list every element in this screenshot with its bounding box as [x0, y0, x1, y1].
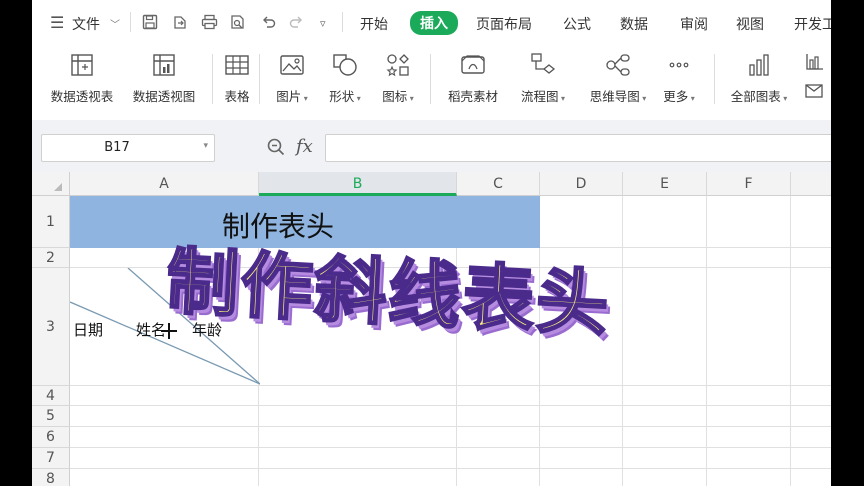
ribbon-label: 流程图 — [520, 89, 559, 104]
material-icon — [458, 50, 488, 80]
name-box[interactable]: B17 ▾ — [41, 134, 215, 162]
ribbon-label: 图标 — [382, 89, 408, 104]
row-header-3[interactable]: 3 — [32, 268, 70, 386]
column-gridline — [706, 196, 707, 486]
ribbon-label: 稻壳素材 — [447, 89, 498, 104]
tab-3[interactable]: 公式 — [563, 14, 591, 34]
ribbon-label: 表格 — [224, 89, 250, 104]
tab-5[interactable]: 审阅 — [680, 14, 708, 34]
mindmap-icon — [603, 50, 633, 80]
column-header-g[interactable]: G — [791, 172, 831, 196]
select-all-corner[interactable] — [32, 172, 70, 196]
column-header-c[interactable]: C — [457, 172, 540, 196]
ribbon-button-4[interactable]: 形状 ▾ — [325, 50, 365, 105]
ribbon-label: 图片 — [276, 89, 302, 104]
save-icon[interactable] — [142, 14, 158, 33]
column-header-f[interactable]: F — [707, 172, 791, 196]
row-gridline — [70, 426, 831, 427]
row-header-7[interactable]: 7 — [32, 448, 70, 469]
file-menu[interactable]: 文件 — [72, 14, 100, 34]
ribbon-label: 思维导图 — [589, 89, 640, 104]
spreadsheet-window: ☰ 文件 ﹀ ▿ 开始 插入 页面布局 公式 数据 审阅 视图 开发工 数据透视表 数据透视图 表… — [32, 0, 831, 486]
dropdown-caret-icon[interactable]: ▾ — [354, 94, 361, 103]
print-preview-icon[interactable] — [230, 14, 246, 33]
ribbon-separator — [212, 54, 213, 104]
dropdown-caret-icon[interactable]: ▾ — [781, 94, 787, 103]
tab-1[interactable]: 插入 — [410, 11, 458, 35]
hamburger-icon[interactable]: ☰ — [50, 13, 64, 32]
ribbon-separator — [714, 54, 715, 104]
tab-6[interactable]: 视图 — [736, 14, 764, 34]
bar-chart-icon[interactable] — [804, 52, 826, 76]
ribbon-separator — [430, 54, 431, 104]
shapes-icon — [330, 50, 360, 80]
cell-a3-date: 日期 — [73, 321, 104, 339]
column-gridline — [622, 196, 623, 486]
more-icon — [664, 50, 694, 80]
line-chart-icon[interactable] — [804, 82, 826, 104]
pivot-table-icon — [67, 50, 97, 80]
row-header-2[interactable]: 2 — [32, 248, 70, 268]
ribbon-label: 形状 — [329, 89, 355, 104]
ribbon-button-2[interactable]: 表格 — [219, 50, 255, 105]
column-header-e[interactable]: E — [623, 172, 707, 196]
ribbon-label: 数据透视表 — [50, 89, 114, 104]
dropdown-caret-icon[interactable]: ▾ — [407, 94, 414, 103]
ribbon-button-1[interactable]: 数据透视图 — [128, 50, 200, 105]
row-header-6[interactable]: 6 — [32, 427, 70, 448]
ribbon-button-3[interactable]: 图片 ▾ — [272, 50, 312, 105]
ribbon-separator — [259, 54, 260, 104]
menu-bar: ☰ 文件 ﹀ ▿ 开始 插入 页面布局 公式 数据 审阅 视图 开发工 — [32, 0, 831, 44]
tab-7[interactable]: 开发工 — [794, 14, 831, 34]
ribbon-label: 全部图表 — [730, 89, 781, 104]
chevron-down-icon[interactable]: ﹀ — [110, 16, 120, 31]
ribbon-button-9[interactable]: 更多 ▾ — [658, 50, 700, 105]
pivot-chart-icon — [149, 50, 179, 80]
undo-icon[interactable] — [261, 14, 277, 33]
ribbon-button-7[interactable]: 流程图 ▾ — [516, 50, 570, 105]
chevron-down-icon[interactable]: ▾ — [203, 141, 208, 151]
tab-2[interactable]: 页面布局 — [476, 14, 532, 34]
all-charts-icon — [744, 50, 774, 80]
row-gridline — [70, 468, 831, 469]
fx-icon[interactable]: fx — [296, 136, 313, 157]
dropdown-caret-icon[interactable]: ▾ — [640, 94, 646, 103]
column-header-a[interactable]: A — [70, 172, 259, 196]
flowchart-icon — [528, 50, 558, 80]
ribbon-button-10[interactable]: 全部图表 ▾ — [726, 50, 792, 105]
column-gridline — [790, 196, 791, 486]
ribbon-button-8[interactable]: 思维导图 ▾ — [584, 50, 652, 105]
tab-4[interactable]: 数据 — [620, 14, 648, 34]
zoom-search-icon[interactable] — [266, 137, 286, 161]
name-box-value: B17 — [104, 140, 130, 155]
dropdown-caret-icon[interactable]: ▾ — [558, 94, 565, 103]
export-icon[interactable] — [172, 14, 188, 33]
table-icon — [222, 50, 252, 80]
column-header-b[interactable]: B — [259, 172, 457, 196]
row-gridline — [70, 447, 831, 448]
row-header-1[interactable]: 1 — [32, 196, 70, 248]
dropdown-caret-icon[interactable]: ▾ — [301, 94, 308, 103]
ribbon-button-5[interactable]: 图标 ▾ — [378, 50, 418, 105]
ribbon: 数据透视表 数据透视图 表格 图片 ▾ 形状 ▾ 图标 ▾ 稻壳素材 流程图 ▾ 思维导图 ▾ 更… — [32, 44, 831, 120]
customize-dropdown-icon[interactable]: ▿ — [320, 16, 326, 32]
icons-icon — [383, 50, 413, 80]
print-icon[interactable] — [201, 14, 218, 33]
ribbon-button-6[interactable]: 稻壳素材 — [444, 50, 502, 105]
formula-input[interactable] — [325, 134, 831, 162]
row-header-4[interactable]: 4 — [32, 386, 70, 406]
ribbon-label: 数据透视图 — [132, 89, 196, 104]
ribbon-label: 更多 — [663, 89, 689, 104]
row-header-8[interactable]: 8 — [32, 469, 70, 486]
tab-0[interactable]: 开始 — [360, 14, 388, 34]
dropdown-caret-icon[interactable]: ▾ — [688, 94, 695, 103]
picture-icon — [277, 50, 307, 80]
ribbon-button-0[interactable]: 数据透视表 — [46, 50, 118, 105]
row-header-5[interactable]: 5 — [32, 406, 70, 427]
row-gridline — [70, 405, 831, 406]
column-header-d[interactable]: D — [540, 172, 623, 196]
redo-icon[interactable] — [288, 14, 304, 33]
